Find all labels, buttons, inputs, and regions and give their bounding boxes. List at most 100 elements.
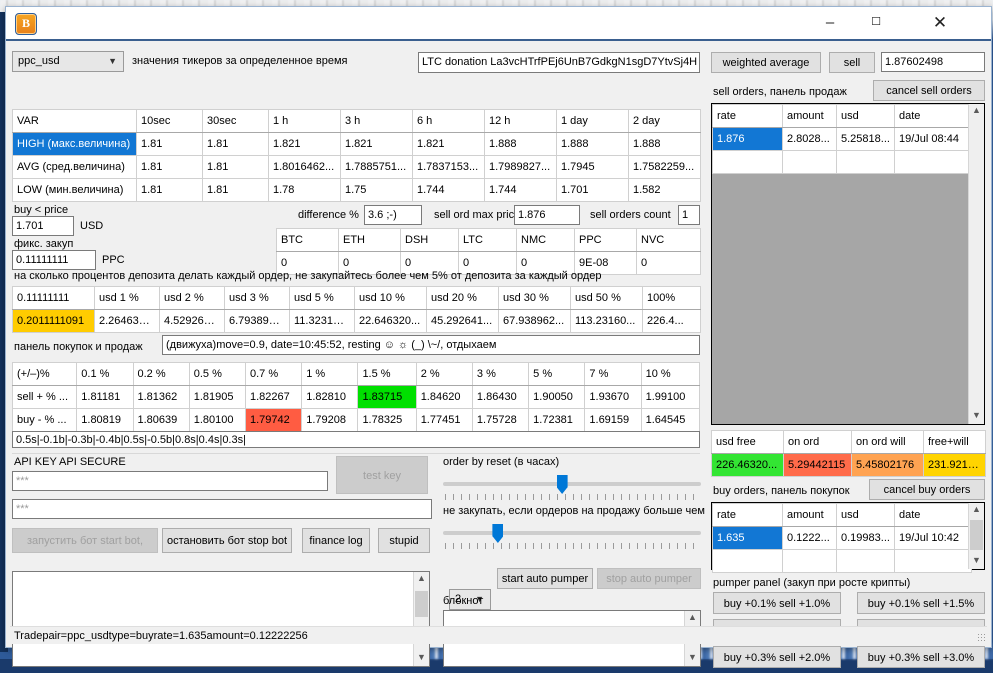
sell-order-row[interactable]: 1.8762.8028...5.25818...19/Jul 08:44 (713, 128, 972, 151)
scroll-down-icon[interactable]: ▼ (969, 554, 984, 569)
slider-ticks (445, 543, 699, 549)
order-rate: 1.876 (713, 128, 783, 151)
sell-orders-scrollbar[interactable]: ▲ ▼ (968, 104, 984, 424)
ticker-value: 1.744 (413, 179, 485, 202)
ticker-row[interactable]: AVG (сред.величина)1.811.811.8016462...1… (13, 156, 701, 179)
trade-pair-value: ppc_usd (18, 55, 60, 67)
stop-bot-button[interactable]: остановить бот stop bot (162, 528, 292, 553)
buy-price-label: buy < price (14, 204, 68, 216)
buy-price-input[interactable]: 1.701 (12, 216, 74, 236)
column-header: on ord will (852, 431, 924, 454)
deposit-value: 2.2646320... (95, 310, 160, 333)
order-reset-slider[interactable] (443, 473, 701, 499)
sell-percent-row: sell + % ...1.811811.813621.819051.82267… (13, 386, 700, 409)
pumper-panel-caption: pumper panel (закуп при росте крипты) (713, 577, 910, 589)
column-header: free+will (924, 431, 986, 454)
buy-orders-header: rateamountusddate (713, 504, 972, 527)
sell-price-value: 1.81362 (133, 386, 189, 409)
sell-button[interactable]: sell (829, 52, 875, 73)
timings-field[interactable]: 0.5s|-0.1b|-0.3b|-0.4b|0.5s|-0.5b|0.8s|0… (12, 431, 700, 448)
trade-pair-select[interactable]: ppc_usd ▼ (12, 51, 124, 72)
column-header: 3 h (341, 110, 413, 133)
pumper-button-left-1[interactable]: buy +0.1% sell +1.0% (713, 592, 841, 614)
api-key-input[interactable]: *** (12, 471, 328, 491)
ticker-value: 1.7945 (557, 156, 629, 179)
ticker-value: 1.744 (485, 179, 557, 202)
ticker-value: 1.821 (269, 133, 341, 156)
trade-status-field[interactable]: (движуха)move=0.9, date=10:45:52, restin… (162, 335, 700, 355)
ticker-value: 1.7989827... (485, 156, 557, 179)
buy-order-row[interactable]: 1.6350.1222...0.19983...19/Jul 10:42 (713, 527, 972, 550)
sell-orders-count-input[interactable]: 1 (678, 205, 700, 225)
column-header: 12 h (485, 110, 557, 133)
pumper-button-right-1[interactable]: buy +0.1% sell +1.5% (857, 592, 985, 614)
cancel-sell-orders-button[interactable]: cancel sell orders (873, 80, 985, 101)
ticker-table-header: VAR10sec30sec1 h3 h6 h12 h1 day2 day (13, 110, 701, 133)
deposit-table-row: 0.20111110912.2646320...4.5292641...6.79… (13, 310, 701, 333)
ticker-value: 1.582 (629, 179, 701, 202)
buy-price-value: 1.80819 (77, 409, 133, 432)
stop-auto-pumper-button[interactable]: stop auto pumper (597, 568, 701, 589)
buy-price-value: 1.64545 (641, 409, 699, 432)
ticker-value: 1.78 (269, 179, 341, 202)
empty-cell (837, 151, 895, 174)
maximize-button[interactable]: ☐ (853, 7, 899, 38)
sell-orders-count-label: sell orders count (590, 209, 671, 221)
scroll-down-icon[interactable]: ▼ (969, 409, 984, 424)
sell-orders-caption: sell orders, панель продаж (713, 86, 847, 98)
no-buy-slider[interactable] (443, 522, 701, 548)
scroll-up-icon[interactable]: ▲ (969, 503, 984, 518)
sell-max-price-input[interactable]: 1.876 (514, 205, 580, 225)
stupid-button[interactable]: stupid (378, 528, 430, 553)
column-header: rate (713, 504, 783, 527)
deposit-value: 67.938962... (499, 310, 571, 333)
trade-table-header: (+/–)%0.1 %0.2 %0.5 %0.7 %1 %1.5 %2 %3 %… (13, 363, 700, 386)
fix-buy-input[interactable]: 0.11111111 (12, 250, 96, 270)
scroll-thumb[interactable] (970, 520, 983, 550)
weighted-average-button[interactable]: weighted average (711, 52, 821, 73)
cancel-buy-orders-button[interactable]: cancel buy orders (869, 479, 985, 500)
minimize-button[interactable]: – (807, 7, 853, 38)
start-bot-button[interactable]: запустить бот start bot, (12, 528, 158, 553)
pumper-button-right-3[interactable]: buy +0.3% sell +3.0% (857, 646, 985, 668)
test-key-button[interactable]: test key (336, 456, 428, 494)
scroll-up-icon[interactable]: ▲ (414, 572, 429, 587)
column-header: usd (837, 105, 895, 128)
order-reset-slider-thumb[interactable] (557, 475, 568, 494)
finance-log-button[interactable]: finance log (302, 528, 370, 553)
column-header: usd 20 % (427, 287, 499, 310)
close-button[interactable]: ✕ (917, 7, 963, 38)
start-auto-pumper-button[interactable]: start auto pumper (497, 568, 593, 589)
sell-row-label: sell + % ... (13, 386, 77, 409)
column-header: usd free (712, 431, 784, 454)
sell-price-value: 1.82267 (245, 386, 301, 409)
window-client-area: ppc_usd ▼ значения тикеров за определенн… (6, 39, 991, 646)
bot-log-textarea[interactable] (12, 571, 430, 667)
buy-price-value: 1.75728 (472, 409, 528, 432)
no-buy-slider-thumb[interactable] (492, 524, 503, 543)
bot-log-scrollbar[interactable]: ▲ ▼ (413, 572, 429, 666)
scroll-up-icon[interactable]: ▲ (969, 104, 984, 119)
scroll-thumb[interactable] (415, 591, 428, 617)
api-secret-input[interactable]: *** (12, 499, 432, 519)
sell-price-input[interactable]: 1.87602498 (881, 52, 985, 72)
ticker-row-label: LOW (мин.величина) (13, 179, 137, 202)
column-header: ETH (339, 229, 401, 252)
column-header: NVC (637, 229, 701, 252)
scroll-up-icon[interactable]: ▲ (685, 611, 700, 626)
column-header: 10 % (641, 363, 699, 386)
coin-balance-value: 0 (637, 252, 701, 275)
column-header: 0.11111111 (13, 287, 95, 310)
buy-orders-panel: rateamountusddate 1.6350.1222...0.19983.… (711, 502, 985, 570)
pumper-button-left-3[interactable]: buy +0.3% sell +2.0% (713, 646, 841, 668)
balance-table: usd freeon ordon ord willfree+will 226.4… (711, 430, 986, 477)
difference-input[interactable]: 3.6 ;-) (364, 205, 422, 225)
buy-orders-scrollbar[interactable]: ▲ ▼ (968, 503, 984, 569)
ticker-row[interactable]: LOW (мин.величина)1.811.811.781.751.7441… (13, 179, 701, 202)
ticker-value: 1.888 (629, 133, 701, 156)
ticker-value: 1.81 (137, 179, 203, 202)
ticker-row[interactable]: HIGH (макс.величина)1.811.811.8211.8211.… (13, 133, 701, 156)
sell-orders-header: rateamountusddate (713, 105, 972, 128)
ltc-donation-field[interactable]: LTC donation La3vcHTrfPEj6UnB7GdkgN1sgD7… (418, 52, 700, 73)
resize-grip[interactable] (977, 633, 987, 643)
